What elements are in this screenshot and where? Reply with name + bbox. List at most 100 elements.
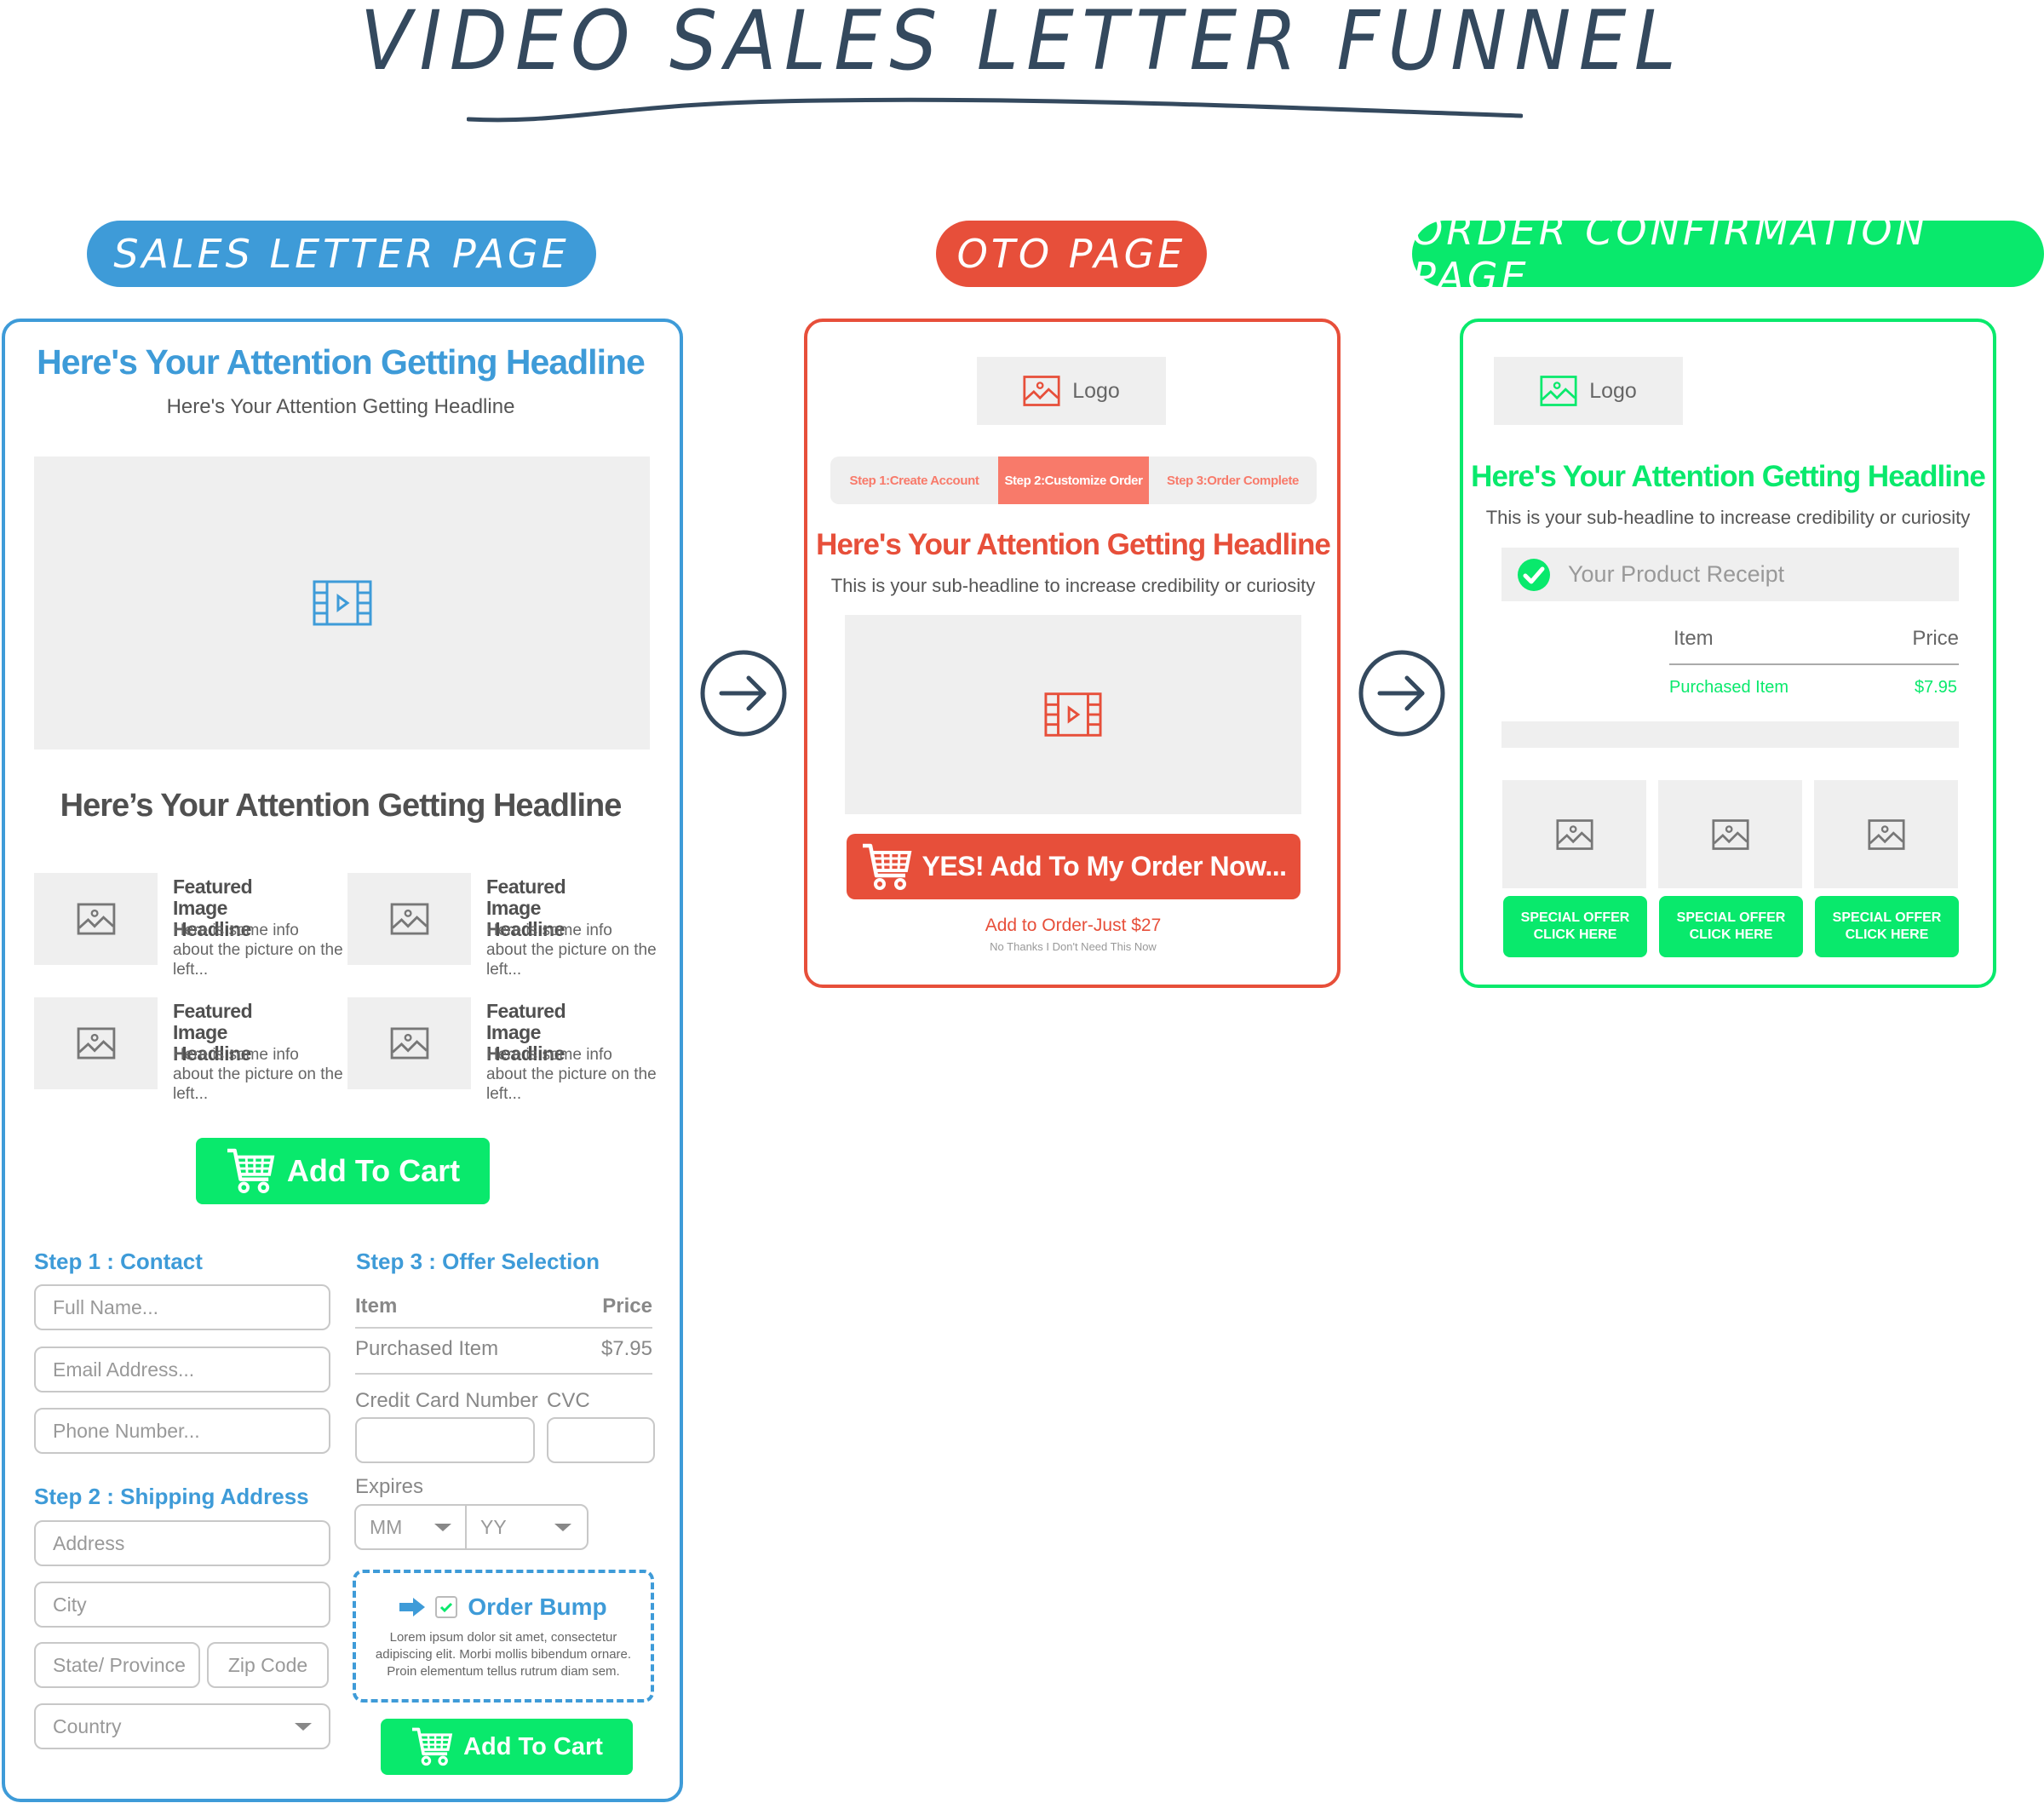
country-select-value: Country [53,1714,122,1737]
feature-image [347,997,471,1089]
diagram-title: VIDEO SALES LETTER FUNNEL [359,0,1685,89]
table-header-price: Price [602,1295,652,1318]
image-icon [1712,818,1749,851]
receipt-label: Your Product Receipt [1568,561,1785,587]
feature-image [34,997,158,1089]
check-circle-icon [1518,558,1550,591]
offer-image [1658,780,1802,888]
confirmation-headline: Here's Your Attention Getting Headline [1471,460,1986,493]
special-offer-button[interactable]: SPECIAL OFFER CLICK HERE [1815,896,1959,957]
divider [355,1327,652,1329]
feature-image [34,873,158,965]
full-name-input[interactable]: Full Name... [34,1284,330,1330]
offer-line1: SPECIAL OFFER [1520,910,1630,925]
arrow-right-circle-icon [700,650,787,737]
cvc-label: CVC [547,1389,590,1412]
add-to-cart-button-checkout[interactable]: Add To Cart [381,1719,633,1775]
logo-label: Logo [1589,378,1637,403]
order-bump-checkbox[interactable] [435,1596,458,1618]
offer-line1: SPECIAL OFFER [1676,910,1786,925]
image-icon [390,1027,429,1059]
logo-placeholder: Logo [1494,357,1683,425]
logo-label: Logo [1072,378,1120,403]
phone-input[interactable]: Phone Number... [34,1408,330,1454]
order-bump-title: Order Bump [468,1593,607,1620]
image-icon [1868,818,1905,851]
address-input[interactable]: Address [34,1520,330,1566]
offer-line2: CLICK HERE [1845,927,1929,942]
arrow-right-icon [399,1598,426,1616]
zip-input[interactable]: Zip Code [207,1642,329,1688]
image-icon [1556,818,1593,851]
image-icon [1023,375,1060,407]
product-receipt-bar: Your Product Receipt [1501,548,1959,601]
image-icon [77,903,116,935]
chevron-down-icon [554,1523,571,1531]
offer-image [1814,780,1958,888]
step-customize-order: Step 2:Customize Order [998,456,1149,504]
city-input[interactable]: City [34,1582,330,1628]
table-header-item: Item [1674,627,1714,650]
logo-placeholder: Logo [977,357,1166,425]
offer-line2: CLICK HERE [1689,927,1773,942]
oto-page-badge: OTO PAGE [936,221,1207,287]
step-order-complete: Step 3:Order Complete [1167,473,1299,488]
order-confirmation-page-badge: ORDER CONFIRMATION PAGE [1412,208,2044,300]
chevron-down-icon [434,1523,451,1531]
state-input[interactable]: State/ Province [34,1642,200,1688]
add-to-cart-label: Add To Cart [463,1732,603,1760]
step2-title: Step 2 : Shipping Address [34,1484,309,1509]
no-thanks-link[interactable]: No Thanks I Don't Need This Now [805,940,1341,953]
sales-headline: Here's Your Attention Getting Headline [37,342,646,382]
order-bump-header: Order Bump [356,1593,651,1621]
image-icon [1540,375,1577,407]
checkmark-icon [440,1602,453,1612]
step1-title: Step 1 : Contact [34,1249,203,1274]
credit-card-label: Credit Card Number [355,1389,538,1412]
order-item-price: $7.95 [600,1337,652,1360]
add-to-cart-label: Add To Cart [286,1153,461,1188]
video-player[interactable] [845,615,1301,814]
placeholder-bar [1501,721,1959,748]
confirmation-subheadline: This is your sub-headline to increase cr… [1485,507,1971,528]
feature-text: Here is some info about the picture on t… [173,922,343,979]
yes-add-to-order-label: YES! Add To My Order Now... [922,851,1288,881]
cart-icon [861,843,912,891]
progress-steps: Step 1:Create Account Step 2:Customize O… [830,456,1317,504]
oto-headline: Here's Your Attention Getting Headline [816,528,1331,561]
sales-letter-page-badge: SALES LETTER PAGE [87,221,596,287]
offer-line2: CLICK HERE [1533,927,1617,942]
expiry-month-select[interactable]: MM [356,1506,467,1548]
special-offer-button[interactable]: SPECIAL OFFER CLICK HERE [1503,896,1647,957]
expiry-year-select[interactable]: YY [467,1506,587,1548]
cvc-input[interactable] [547,1417,655,1463]
special-offer-button[interactable]: SPECIAL OFFER CLICK HERE [1659,896,1803,957]
expiry-month-value: MM [370,1515,403,1538]
oto-subheadline: This is your sub-headline to increase cr… [830,575,1316,596]
order-bump-box: Order Bump Lorem ipsum dolor sit amet, c… [353,1570,654,1703]
video-player[interactable] [34,456,650,749]
add-to-cart-button[interactable]: Add To Cart [196,1138,490,1204]
chevron-down-icon [295,1722,312,1731]
image-icon [77,1027,116,1059]
order-bump-description: Lorem ipsum dolor sit amet, consectetur … [375,1630,632,1679]
country-select[interactable]: Country [34,1703,330,1749]
oto-price-text: Add to Order-Just $27 [985,916,1162,935]
order-item-name: Purchased Item [355,1337,499,1360]
arrow-right-circle-icon [1358,650,1445,737]
video-play-icon [1044,692,1102,738]
image-icon [390,903,429,935]
table-header-price: Price [1912,627,1959,650]
feature-text: Here is some info about the picture on t… [486,1046,657,1103]
offer-line1: SPECIAL OFFER [1832,910,1942,925]
cart-icon [411,1727,453,1766]
feature-image [347,873,471,965]
title-underline [467,97,1523,123]
step3-title: Step 3 : Offer Selection [356,1249,600,1274]
email-input[interactable]: Email Address... [34,1347,330,1392]
divider [1669,663,1959,665]
yes-add-to-order-button[interactable]: YES! Add To My Order Now... [847,834,1300,899]
credit-card-input[interactable] [355,1417,535,1463]
divider [355,1373,652,1375]
feature-item: Featured Image Headline Here is some inf… [347,873,657,979]
